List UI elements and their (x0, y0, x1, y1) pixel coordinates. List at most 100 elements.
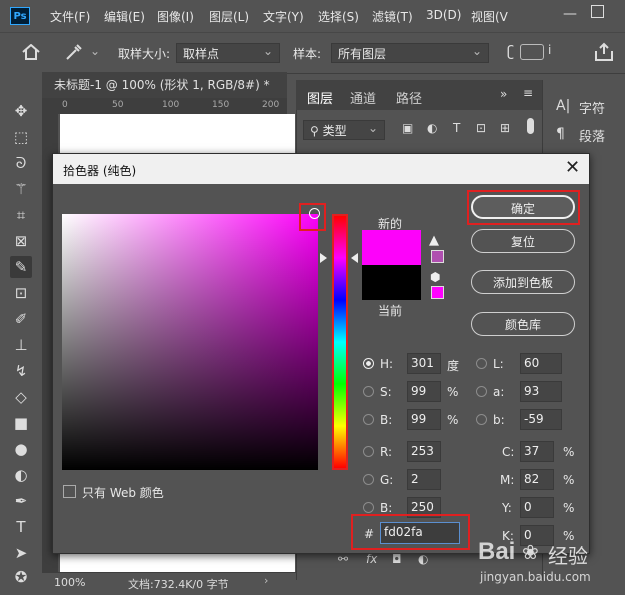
color-libraries-button[interactable]: 颜色库 (471, 312, 575, 336)
tab-layers[interactable]: 图层 (307, 88, 333, 107)
lab-b-input[interactable]: -59 (520, 409, 562, 430)
frame-tool-icon[interactable]: ⊠ (10, 230, 32, 252)
blue-radio[interactable] (363, 502, 374, 513)
maximize-icon[interactable] (591, 5, 604, 18)
eyedropper-icon[interactable] (64, 42, 84, 62)
s-input[interactable]: 99 (407, 381, 441, 402)
a-radio[interactable] (476, 386, 487, 397)
h-radio[interactable] (363, 358, 374, 369)
menu-view[interactable]: 视图(V (471, 8, 508, 25)
g-radio[interactable] (363, 474, 374, 485)
brush-tool-icon[interactable]: ✐ (10, 308, 32, 330)
blur-tool-icon[interactable]: ● (10, 438, 32, 460)
saturation-brightness-field[interactable] (62, 214, 318, 470)
chevron-right-icon[interactable]: › (264, 574, 268, 587)
type-tool-icon[interactable]: T (10, 516, 32, 538)
ok-button[interactable]: 确定 (471, 195, 575, 219)
adjustment-filter-icon[interactable]: ◐ (427, 121, 437, 135)
h-input[interactable]: 301 (407, 353, 441, 374)
l-label: L: (493, 357, 504, 371)
panel-menu-icon[interactable]: ≡ (523, 86, 533, 100)
chevron-down-icon[interactable]: ⌄ (90, 44, 100, 58)
g-input[interactable]: 2 (407, 469, 441, 490)
tab-channels[interactable]: 通道 (350, 88, 376, 107)
marquee-tool-icon[interactable]: ⬚ (10, 126, 32, 148)
tab-paths[interactable]: 路径 (396, 88, 422, 107)
sample-select[interactable]: 所有图层 (331, 41, 489, 63)
a-input[interactable]: 93 (520, 381, 562, 402)
home-icon[interactable] (22, 44, 40, 60)
history-brush-icon[interactable]: ↯ (10, 360, 32, 382)
menu-3d[interactable]: 3D(D) (426, 8, 461, 22)
eyedropper-tool-icon[interactable]: ✎ (10, 256, 32, 278)
smart-object-filter-icon[interactable]: ⊞ (500, 121, 510, 135)
shape-tool-icon[interactable]: ✪ (10, 566, 32, 588)
collapse-icon[interactable]: » (500, 87, 507, 101)
m-input[interactable]: 82 (520, 469, 554, 490)
web-safe-swatch[interactable] (431, 286, 444, 299)
y-input[interactable]: 0 (520, 497, 554, 518)
side-item-paragraph[interactable]: 段落 (579, 126, 605, 145)
l-radio[interactable] (476, 358, 487, 369)
image-filter-icon[interactable]: ▣ (402, 121, 413, 135)
layer-filter-select[interactable]: ⚲ 类型 (303, 118, 385, 140)
r-input[interactable]: 253 (407, 441, 441, 462)
menu-type[interactable]: 文字(Y) (263, 8, 304, 25)
lab-b-radio[interactable] (476, 414, 487, 425)
pen-tool-icon[interactable]: ✒ (10, 490, 32, 512)
hex-input[interactable]: fd02fa (380, 522, 460, 544)
gamut-warning-swatch[interactable] (431, 250, 444, 263)
r-radio[interactable] (363, 446, 374, 457)
hue-slider[interactable] (332, 214, 348, 470)
web-colors-checkbox[interactable] (63, 485, 76, 498)
character-icon[interactable]: A| (556, 98, 570, 114)
info-icon[interactable]: i (548, 43, 551, 57)
hue-slider-handle-right[interactable] (351, 253, 358, 263)
menu-edit[interactable]: 编辑(E) (104, 8, 145, 25)
close-icon[interactable]: ✕ (565, 157, 580, 178)
menu-file[interactable]: 文件(F) (50, 8, 90, 25)
side-item-character[interactable]: 字符 (579, 98, 605, 117)
dialog-titlebar: 拾色器 (纯色) ✕ (53, 154, 589, 184)
l-input[interactable]: 60 (520, 353, 562, 374)
minimize-icon[interactable]: — (563, 6, 577, 22)
menu-layer[interactable]: 图层(L) (209, 8, 249, 25)
magic-wand-icon[interactable]: ⚚ (10, 178, 32, 200)
stamp-tool-icon[interactable]: ⊥ (10, 334, 32, 356)
path-select-icon[interactable]: ➤ (10, 542, 32, 564)
hue-slider-handle-left[interactable] (320, 253, 327, 263)
add-to-swatches-button[interactable]: 添加到色板 (471, 270, 575, 294)
menu-filter[interactable]: 滤镜(T) (372, 8, 413, 25)
document-tab[interactable]: 未标题-1 @ 100% (形状 1, RGB/8#) * (42, 72, 287, 98)
shape-filter-icon[interactable]: ⊡ (476, 121, 486, 135)
zoom-level[interactable]: 100% (54, 576, 85, 589)
eraser-tool-icon[interactable]: ◇ (10, 386, 32, 408)
adjustment-layer-icon[interactable]: ◐ (418, 552, 428, 566)
gamut-warning-icon[interactable]: ▲ (429, 233, 439, 248)
gradient-tool-icon[interactable]: ■ (10, 412, 32, 434)
crop-tool-icon[interactable]: ⌗ (10, 204, 32, 226)
b-input[interactable]: 99 (407, 409, 441, 430)
type-filter-icon[interactable]: T (453, 121, 460, 135)
current-color-swatch[interactable] (362, 265, 421, 300)
mask-icon[interactable]: ◘ (392, 552, 402, 566)
share-icon[interactable] (594, 42, 614, 62)
menu-image[interactable]: 图像(I) (157, 8, 194, 25)
menu-select[interactable]: 选择(S) (318, 8, 359, 25)
web-safe-cube-icon[interactable]: ⬢ (430, 270, 440, 284)
lasso-tool-icon[interactable]: ᘐ (10, 152, 32, 174)
link-icon[interactable]: ⚯ (338, 552, 348, 566)
dodge-tool-icon[interactable]: ◐ (10, 464, 32, 486)
b-radio[interactable] (363, 414, 374, 425)
ring-icon[interactable]: ʗ (507, 44, 514, 60)
fx-icon[interactable]: fx (366, 552, 377, 566)
reset-button[interactable]: 复位 (471, 229, 575, 253)
paragraph-icon[interactable]: ¶ (556, 126, 565, 142)
s-radio[interactable] (363, 386, 374, 397)
move-tool-icon[interactable]: ✥ (10, 100, 32, 122)
tooltip-toggle[interactable] (520, 44, 544, 60)
filter-toggle[interactable] (527, 118, 534, 134)
sample-size-select[interactable]: 取样点 (176, 41, 280, 63)
c-input[interactable]: 37 (520, 441, 554, 462)
spot-heal-icon[interactable]: ⊡ (10, 282, 32, 304)
